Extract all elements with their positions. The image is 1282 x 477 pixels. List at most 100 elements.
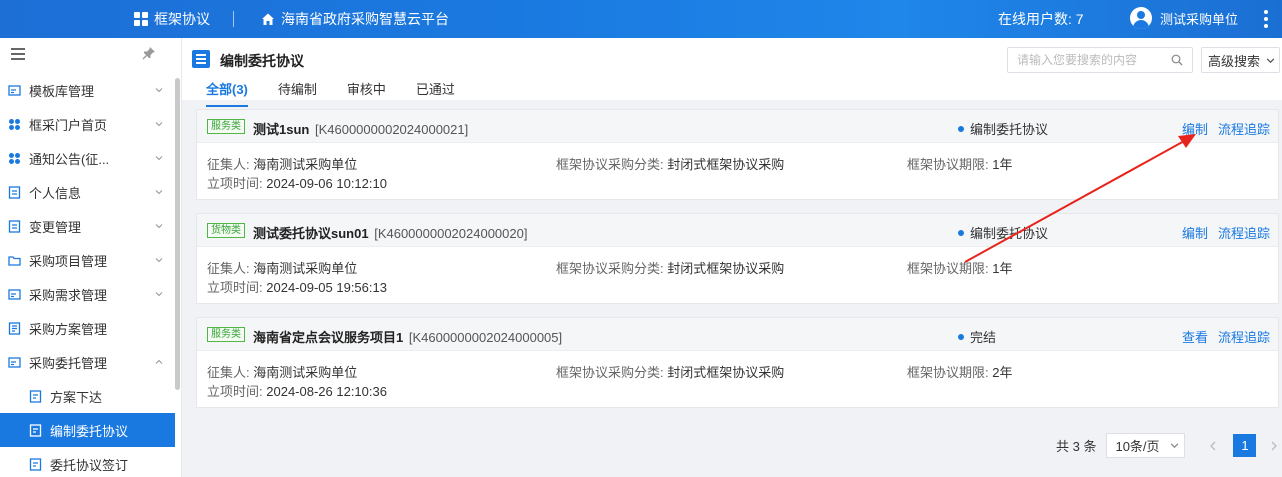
edit-link[interactable]: 编制 xyxy=(1182,119,1208,138)
sidebar-item-change-management[interactable]: 变更管理 xyxy=(0,209,175,243)
sidebar-item-label: 框采门户首页 xyxy=(29,117,108,133)
search-input[interactable] xyxy=(1008,48,1158,72)
period-field: 框架协议期限: 1年 xyxy=(907,154,1012,173)
list-icon xyxy=(192,50,210,68)
project-code: [K4600000002024000021] xyxy=(314,122,469,137)
more-menu-icon[interactable] xyxy=(1256,8,1276,30)
period-value: 1年 xyxy=(992,261,1013,276)
time-field: 立项时间: 2024-08-26 12:10:36 xyxy=(207,381,387,400)
chevron-down-icon xyxy=(155,224,163,229)
project-code: [K4600000002024000005] xyxy=(408,330,563,345)
category-value: 封闭式框架协议采购 xyxy=(667,365,785,380)
page-title: 编制委托协议 xyxy=(220,53,304,69)
sidebar-item-agreement-signing[interactable]: 委托协议签订 xyxy=(0,447,175,477)
user-menu[interactable]: 测试采购单位 xyxy=(1130,7,1238,29)
category-tag: 服务类 xyxy=(207,327,245,342)
status-text: 编制委托协议 xyxy=(970,122,1049,137)
collector-field: 征集人: 海南测试采购单位 xyxy=(207,154,357,173)
app-switcher[interactable]: 框架协议 xyxy=(134,9,210,29)
sidebar: 模板库管理 框采门户首页 通知公告(征... 个人信息 变更管理 采购项目管理 … xyxy=(0,38,182,477)
sidebar-item-personal-info[interactable]: 个人信息 xyxy=(0,175,175,209)
folder-icon xyxy=(8,84,21,96)
document-icon xyxy=(29,457,42,471)
page-size-select[interactable]: 10条/页 xyxy=(1106,433,1186,458)
notice-icon xyxy=(9,152,20,164)
project-code: [K4600000002024000020] xyxy=(374,226,528,241)
sidebar-scrollbar[interactable] xyxy=(175,78,180,390)
card-header: 服务类 测试1sun [K4600000002024000021] 编制委托协议… xyxy=(197,110,1278,143)
collector-label: 征集人: xyxy=(207,261,250,276)
main-content: 编制委托协议 全部(3) 待编制 审核中 已通过 高级搜索 服务类 测试1sun… xyxy=(182,38,1282,477)
category-value: 封闭式框架协议采购 xyxy=(667,157,785,172)
category-tag: 货物类 xyxy=(207,223,245,238)
sidebar-item-label: 采购方案管理 xyxy=(29,321,108,337)
view-link[interactable]: 查看 xyxy=(1182,327,1208,346)
card-actions: 查看 流程追踪 xyxy=(1182,327,1270,346)
chevron-down-icon xyxy=(155,88,163,93)
sidebar-item-notices[interactable]: 通知公告(征... xyxy=(0,141,175,175)
collector-value: 海南测试采购单位 xyxy=(253,157,358,172)
project-card: 服务类 测试1sun [K4600000002024000021] 编制委托协议… xyxy=(196,109,1279,200)
time-label: 立项时间: xyxy=(207,384,263,399)
category-tag: 服务类 xyxy=(207,119,245,134)
sidebar-item-plan-issue[interactable]: 方案下达 xyxy=(0,379,175,413)
project-title: 测试委托协议sun01 xyxy=(253,226,369,241)
category-label: 框架协议采购分类: xyxy=(556,261,664,276)
collector-label: 征集人: xyxy=(207,157,250,172)
pin-icon[interactable] xyxy=(142,46,156,60)
list-icon xyxy=(8,288,21,300)
status-badge: 完结 xyxy=(958,327,996,346)
period-field: 框架协议期限: 2年 xyxy=(907,362,1012,381)
sidebar-item-compile-agreement[interactable]: 编制委托协议 xyxy=(0,413,175,447)
chevron-down-icon xyxy=(155,122,163,127)
sidebar-item-entrust-management[interactable]: 采购委托管理 xyxy=(0,345,175,379)
grid-icon xyxy=(134,12,148,26)
chevron-down-icon xyxy=(155,156,163,161)
page-number-current[interactable]: 1 xyxy=(1233,434,1257,457)
sidebar-item-label: 采购项目管理 xyxy=(29,253,108,269)
status-badge: 编制委托协议 xyxy=(958,119,1048,138)
status-text: 编制委托协议 xyxy=(970,226,1049,241)
search-icon[interactable] xyxy=(1171,54,1183,66)
category-field: 框架协议采购分类: 封闭式框架协议采购 xyxy=(556,258,784,277)
chevron-down-icon xyxy=(1170,443,1178,449)
project-title: 测试1sun xyxy=(253,122,310,137)
prev-page-icon[interactable] xyxy=(1207,440,1219,452)
plan-icon xyxy=(8,321,21,335)
sidebar-item-template-library[interactable]: 模板库管理 xyxy=(0,73,175,107)
search-box xyxy=(1007,47,1193,73)
sidebar-item-project-management[interactable]: 采购项目管理 xyxy=(0,243,175,277)
menu-toggle-icon[interactable] xyxy=(11,48,25,60)
process-trace-link[interactable]: 流程追踪 xyxy=(1218,119,1270,138)
edit-document-icon xyxy=(29,423,42,437)
edit-link[interactable]: 编制 xyxy=(1182,223,1208,242)
category-field: 框架协议采购分类: 封闭式框架协议采购 xyxy=(556,154,784,173)
card-actions: 编制 流程追踪 xyxy=(1182,223,1270,242)
tab-pending[interactable]: 待编制 xyxy=(278,79,317,102)
sidebar-item-label: 采购委托管理 xyxy=(29,355,108,371)
sidebar-item-label: 委托协议签订 xyxy=(50,457,129,473)
sidebar-item-plan-management[interactable]: 采购方案管理 xyxy=(0,311,175,345)
next-page-icon[interactable] xyxy=(1268,440,1280,452)
process-trace-link[interactable]: 流程追踪 xyxy=(1218,327,1270,346)
advanced-search-button[interactable]: 高级搜索 xyxy=(1201,47,1280,73)
tab-approved[interactable]: 已通过 xyxy=(416,79,455,102)
process-trace-link[interactable]: 流程追踪 xyxy=(1218,223,1270,242)
app-name: 框架协议 xyxy=(154,11,210,27)
period-label: 框架协议期限: xyxy=(907,157,989,172)
project-name: 测试委托协议sun01 [K4600000002024000020] xyxy=(253,223,527,242)
chevron-down-icon xyxy=(1266,57,1275,63)
platform-name: 海南省政府采购智慧云平台 xyxy=(281,11,449,27)
time-label: 立项时间: xyxy=(207,176,263,191)
tab-reviewing[interactable]: 审核中 xyxy=(347,79,386,102)
sidebar-item-demand-management[interactable]: 采购需求管理 xyxy=(0,277,175,311)
platform-home-link[interactable]: 海南省政府采购智慧云平台 xyxy=(261,9,449,29)
collector-label: 征集人: xyxy=(207,365,250,380)
chevron-up-icon xyxy=(155,359,163,364)
avatar xyxy=(1130,7,1152,29)
sidebar-item-portal-home[interactable]: 框采门户首页 xyxy=(0,107,175,141)
tab-all[interactable]: 全部(3) xyxy=(206,79,248,107)
pagination: 共 3 条 10条/页 1 xyxy=(1056,433,1280,458)
portal-icon xyxy=(9,118,20,130)
sidebar-item-label: 采购需求管理 xyxy=(29,287,108,303)
